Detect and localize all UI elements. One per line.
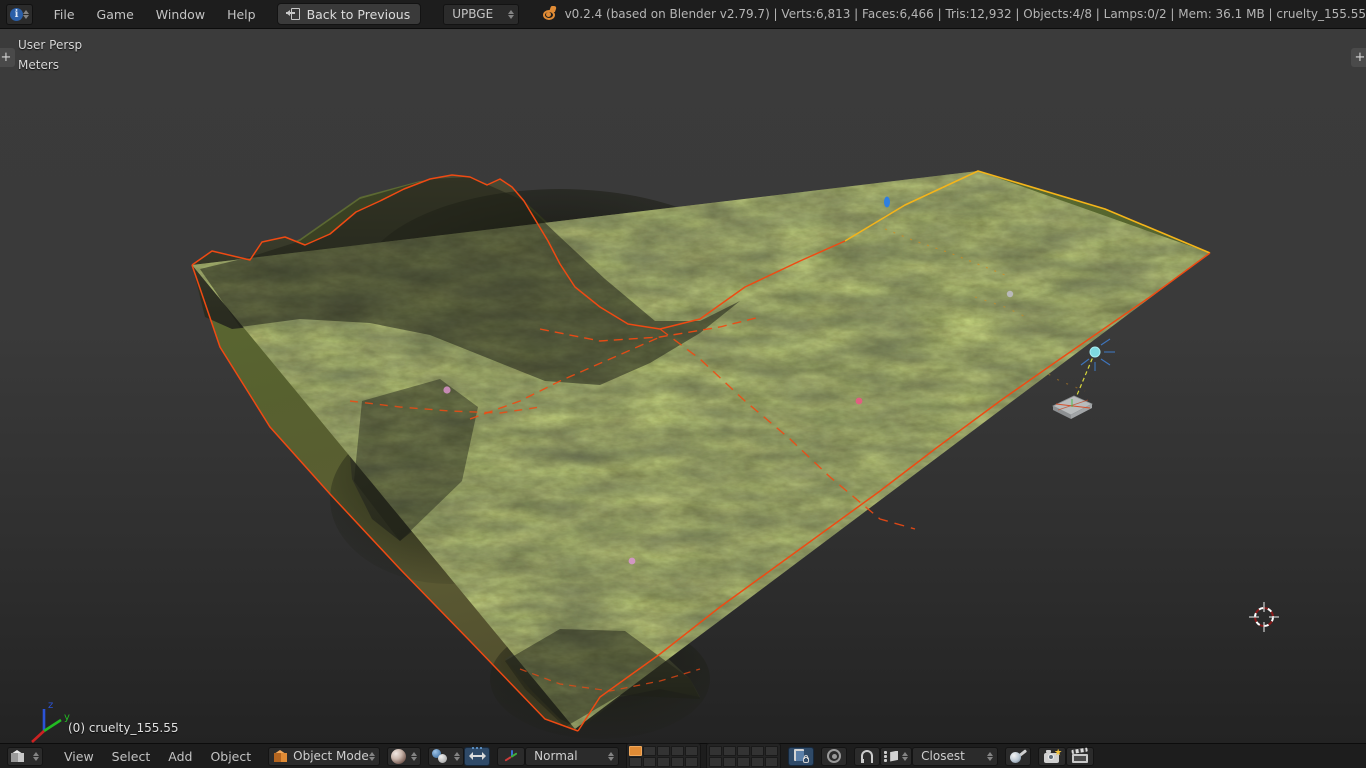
layer-cell[interactable]: [737, 745, 751, 756]
object-origin-dot: [855, 397, 863, 405]
layer-cell[interactable]: [643, 756, 657, 767]
engine-dropdown-value: UPBGE: [452, 7, 494, 21]
snap-target-value: Closest: [921, 749, 965, 763]
chevron-updown-icon: [454, 751, 461, 761]
3d-cursor-icon: [1249, 602, 1279, 632]
menu-help[interactable]: Help: [217, 4, 266, 25]
scene-layers-group-b[interactable]: [706, 742, 782, 768]
layer-cell[interactable]: [643, 745, 657, 756]
viewport-header-bar: View Select Add Object Object Mode Norma…: [0, 742, 1366, 768]
toolshelf-open-tab[interactable]: +: [0, 48, 15, 67]
render-image-icon: [1043, 748, 1062, 763]
snap-magnet-icon: [860, 749, 874, 763]
menu-game[interactable]: Game: [87, 4, 144, 25]
chevron-updown-icon: [23, 9, 30, 19]
layer-cell[interactable]: [765, 756, 779, 767]
menu-select[interactable]: Select: [103, 747, 160, 766]
layer-cell[interactable]: [751, 756, 765, 767]
status-info-strip: v0.2.4 (based on Blender v2.79.7) | Vert…: [541, 6, 1366, 22]
layer-cell[interactable]: [671, 756, 685, 767]
translate-manipulator-icon: [468, 747, 486, 760]
layer-cell[interactable]: [671, 745, 685, 756]
layer-cell[interactable]: [723, 745, 737, 756]
viewport-shading-dropdown[interactable]: [387, 746, 422, 766]
render-image-button[interactable]: [1038, 746, 1067, 766]
info-editor-icon: i: [10, 7, 23, 21]
layer-cell[interactable]: [737, 756, 751, 767]
editor-type-selector-3dview[interactable]: [7, 746, 43, 766]
menu-object[interactable]: Object: [201, 747, 260, 766]
transform-orientation-value: Normal: [534, 749, 578, 763]
object-origin-dot: [628, 557, 636, 565]
object-origin-dot: [1006, 290, 1014, 298]
back-arrow-icon: [285, 8, 300, 20]
menu-add[interactable]: Add: [159, 747, 201, 766]
proportional-editing-icon: [827, 749, 842, 763]
back-to-previous-button[interactable]: Back to Previous: [276, 3, 422, 25]
texture-paint-button[interactable]: [1005, 746, 1032, 766]
snap-toggle-button[interactable]: [854, 746, 881, 766]
snap-target-dropdown[interactable]: Closest: [912, 746, 999, 766]
chevron-updown-icon: [507, 9, 514, 19]
back-to-previous-label: Back to Previous: [306, 6, 411, 22]
blender-logo-icon: [541, 6, 557, 22]
render-animation-icon: [1071, 747, 1089, 763]
axis-label-z: z: [48, 700, 53, 711]
snap-element-dropdown[interactable]: [880, 746, 913, 766]
status-text: v0.2.4 (based on Blender v2.79.7) | Vert…: [564, 7, 1366, 21]
layer-cell[interactable]: [629, 756, 643, 767]
menu-file[interactable]: File: [44, 4, 85, 25]
layer-cell[interactable]: [723, 756, 737, 767]
layer-cell[interactable]: [709, 756, 723, 767]
viewport-shading-material-icon: [391, 748, 407, 764]
render-animation-button[interactable]: [1066, 746, 1095, 766]
axis-gizmo: z y x: [31, 700, 70, 743]
layer-cell[interactable]: [629, 745, 643, 756]
layer-cell[interactable]: [657, 756, 671, 767]
viewport-scene: z y x: [31, 170, 1279, 743]
transform-orientation-dropdown[interactable]: Normal: [525, 746, 620, 766]
chevron-updown-icon: [608, 751, 615, 761]
pivot-median-point-icon: [432, 749, 448, 763]
lock-scene-to-view-icon: [793, 749, 809, 763]
layer-cell[interactable]: [685, 756, 699, 767]
editor-type-selector-info[interactable]: i: [6, 3, 34, 25]
pivot-point-dropdown[interactable]: [428, 746, 465, 766]
menu-window[interactable]: Window: [146, 4, 215, 25]
chevron-updown-icon: [369, 751, 376, 761]
layer-cell[interactable]: [765, 745, 779, 756]
menu-view[interactable]: View: [55, 747, 103, 766]
layer-cell[interactable]: [751, 745, 765, 756]
transform-orientation-icon-button[interactable]: [497, 746, 526, 766]
blue-empty-marker: [884, 196, 890, 208]
layer-cell[interactable]: [657, 745, 671, 756]
snap-element-volume-icon: [884, 750, 899, 763]
lock-scene-to-view-button[interactable]: [788, 746, 815, 766]
plane-object: [1052, 395, 1093, 419]
chevron-updown-icon: [987, 751, 994, 761]
interaction-mode-value: Object Mode: [293, 749, 369, 763]
chevron-updown-icon: [902, 751, 909, 761]
engine-dropdown[interactable]: UPBGE: [443, 3, 519, 25]
object-mode-cube-icon: [274, 749, 288, 763]
chevron-updown-icon: [411, 751, 418, 761]
interaction-mode-dropdown[interactable]: Object Mode: [268, 746, 381, 766]
proportional-editing-button[interactable]: [821, 746, 848, 766]
layer-cell[interactable]: [709, 745, 723, 756]
upbge-window: i File Game Window Help Back to Previous…: [0, 0, 1366, 768]
orientation-axis-icon: [504, 749, 519, 764]
axis-label-y: y: [64, 712, 70, 723]
layer-cell[interactable]: [685, 745, 699, 756]
chevron-updown-icon: [33, 751, 39, 761]
3d-viewport[interactable]: z y x User Persp Meters (0) cruelty_155.…: [0, 29, 1366, 743]
terrain-mesh: [192, 171, 1210, 739]
properties-open-tab[interactable]: +: [1351, 48, 1366, 67]
object-origin-dot: [443, 386, 451, 394]
3d-view-editor-icon: [11, 749, 24, 763]
top-header-bar: i File Game Window Help Back to Previous…: [0, 0, 1366, 29]
scene-layers-group-a[interactable]: [626, 742, 702, 768]
manipulator-toggle-button[interactable]: [464, 746, 491, 766]
texture-paint-icon: [1010, 749, 1027, 763]
